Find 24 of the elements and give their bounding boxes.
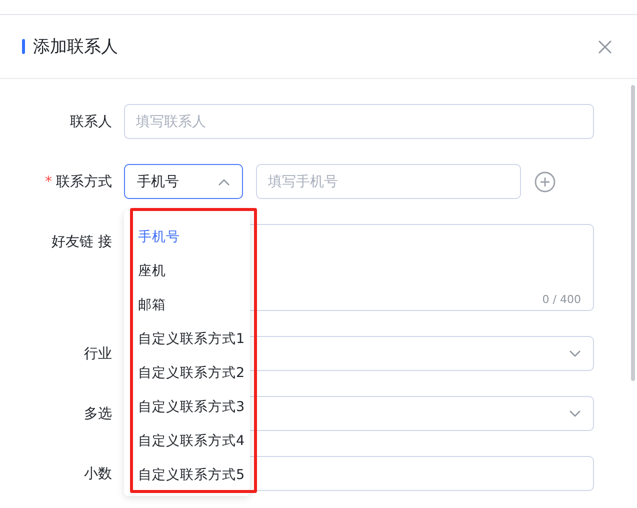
dropdown-option[interactable]: 自定义联系方式4 xyxy=(124,424,250,458)
chevron-icon xyxy=(569,350,581,358)
add-icon[interactable] xyxy=(534,171,556,193)
dropdown-option[interactable]: 自定义联系方式5 xyxy=(124,458,250,492)
dropdown-option[interactable]: 座机 xyxy=(124,254,250,288)
field-label: 联系人 xyxy=(70,112,112,130)
text-field[interactable]: 填写联系人 xyxy=(124,104,594,139)
field-label: 好友链 接 xyxy=(52,232,112,250)
contact-type-select[interactable]: 手机号 xyxy=(124,164,243,199)
field-label: 多选 xyxy=(84,404,112,422)
scrollbar[interactable] xyxy=(631,85,635,381)
char-counter: 0 / 400 xyxy=(542,293,581,306)
field-label: 行业 xyxy=(84,344,112,362)
dropdown-option[interactable]: 自定义联系方式3 xyxy=(124,390,250,424)
chevron-icon xyxy=(218,178,230,186)
field-label: 小数 xyxy=(84,464,112,482)
phone-field[interactable]: 填写手机号 xyxy=(256,164,521,199)
field-label: 联系方式 xyxy=(56,172,112,190)
dropdown-option[interactable]: 自定义联系方式2 xyxy=(124,356,250,390)
required-mark: * xyxy=(45,174,52,190)
chevron-icon xyxy=(569,410,581,418)
dialog-title: 添加联系人 xyxy=(33,36,119,58)
close-icon[interactable] xyxy=(597,38,613,54)
dropdown-option[interactable]: 自定义联系方式1 xyxy=(124,322,250,356)
